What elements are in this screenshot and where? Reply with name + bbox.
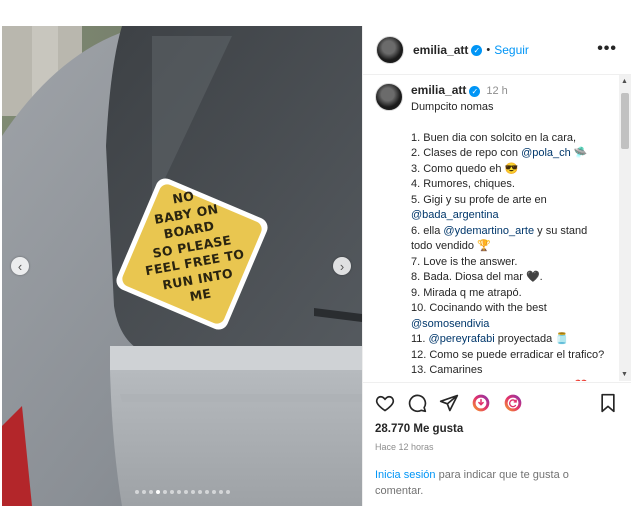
caption-line-text: 4. Rumores, chiques. bbox=[411, 178, 515, 190]
download-extension-icon[interactable] bbox=[471, 393, 491, 413]
caption-list: 1. Buen dia con solcito en la cara, 2. Cl… bbox=[411, 131, 604, 382]
separator: • bbox=[486, 44, 491, 56]
carousel-dot bbox=[148, 490, 153, 494]
caption-line: 14. Hermanitos q viven lejosssss ❤️ bbox=[411, 379, 604, 382]
caption-line-text: 5. Gigi y su profe de arte en bbox=[411, 193, 547, 206]
post-header: emilia_att ✓ • Seguir ••• bbox=[363, 26, 631, 75]
caption-line: todo vendido 🏆 bbox=[411, 239, 604, 255]
caption-line-text: 1. Buen dia con solcito en la cara, bbox=[411, 131, 577, 144]
caption-line-text: 12. Como se puede erradicar el trafico? bbox=[411, 348, 605, 361]
carousel-dot bbox=[218, 490, 223, 494]
carousel-dot bbox=[197, 490, 202, 494]
caption-scrollbar[interactable]: ▲ ▼ bbox=[619, 75, 631, 381]
caption-line-text: 13. Camarines bbox=[411, 364, 483, 376]
caption-line: 10. Cocinando with the best bbox=[411, 301, 604, 317]
more-options-icon[interactable]: ••• bbox=[597, 40, 617, 58]
caption-line: 12. Como se puede erradicar el trafico? bbox=[411, 348, 604, 364]
carousel-dot bbox=[204, 490, 209, 494]
caption-line-text: 🛸 bbox=[570, 147, 588, 159]
caption-line: 5. Gigi y su profe de arte en bbox=[411, 193, 604, 209]
carousel-dot bbox=[155, 490, 160, 494]
caption-username[interactable]: emilia_att bbox=[411, 83, 466, 97]
likes-count[interactable]: 28.770 Me gusta bbox=[375, 423, 463, 435]
caption-line-text: 6. ella bbox=[411, 224, 444, 237]
caption-area[interactable]: emilia_att ✓ 12 h Dumpcito nomas 1. Buen d… bbox=[363, 75, 631, 381]
caption-line: 8. Bada. Diosa del mar 🖤. bbox=[411, 270, 604, 286]
caption-line-text: 8. Bada. Diosa del mar 🖤. bbox=[411, 271, 543, 283]
caption-avatar[interactable] bbox=[375, 83, 403, 111]
caption-line-text: 9. Mirada q me atrapó. bbox=[411, 286, 522, 299]
refresh-extension-icon[interactable] bbox=[503, 393, 523, 413]
previous-slide-button[interactable]: ‹ bbox=[11, 257, 29, 275]
scrollbar-thumb[interactable] bbox=[621, 93, 629, 149]
avatar[interactable] bbox=[376, 36, 404, 64]
carousel-dot bbox=[183, 490, 188, 494]
caption-line: 6. ella @ydemartino_arte y su stand bbox=[411, 224, 604, 240]
mention-link[interactable]: @somosendivia bbox=[411, 318, 489, 330]
actions-section: 28.770 Me gusta Hace 12 horas Inicia ses… bbox=[363, 382, 631, 507]
follow-button[interactable]: Seguir bbox=[494, 43, 529, 57]
verified-badge-icon: ✓ bbox=[471, 44, 483, 56]
caption-line: @bada_argentina bbox=[411, 208, 604, 224]
post-time: 12 h bbox=[486, 85, 508, 97]
header-username[interactable]: emilia_att bbox=[413, 43, 468, 57]
carousel-dot bbox=[169, 490, 174, 494]
scroll-down-icon[interactable]: ▼ bbox=[621, 371, 628, 378]
carousel-dot bbox=[225, 490, 230, 494]
caption-intro: Dumpcito nomas bbox=[411, 100, 494, 113]
caption-line-text: 14. Hermanitos q viven lejosssss ❤️ bbox=[411, 380, 588, 382]
heart-icon[interactable] bbox=[375, 393, 395, 413]
carousel-dot bbox=[162, 490, 167, 494]
caption-line: 3. Como quedo eh 😎 bbox=[411, 162, 604, 178]
share-icon[interactable] bbox=[439, 393, 459, 413]
caption-line-text: proyectada 🫙 bbox=[494, 333, 569, 345]
caption-line-text: 2. Clases de repo con bbox=[411, 147, 522, 159]
comment-icon[interactable] bbox=[407, 393, 427, 413]
post-side-panel: emilia_att ✓ • Seguir ••• emilia_att ✓ 12 … bbox=[362, 26, 631, 506]
caption-line: 13. Camarines bbox=[411, 363, 604, 379]
carousel-dot bbox=[211, 490, 216, 494]
caption-line-text: 3. Como quedo eh 😎 bbox=[411, 162, 519, 175]
caption-line: 9. Mirada q me atrapó. bbox=[411, 286, 604, 302]
mention-link[interactable]: @pereyrafabi bbox=[429, 333, 495, 345]
carousel-dot bbox=[134, 490, 139, 494]
caption-line: 11. @pereyrafabi proyectada 🫙 bbox=[411, 332, 604, 348]
verified-badge-icon: ✓ bbox=[469, 85, 481, 97]
caption-line-text: todo vendido 🏆 bbox=[411, 240, 491, 252]
post-date[interactable]: Hace 12 horas bbox=[375, 442, 434, 452]
caption-line-text: 11. bbox=[411, 333, 429, 345]
carousel-dot bbox=[141, 490, 146, 494]
caption-line: 4. Rumores, chiques. bbox=[411, 177, 604, 193]
caption-line-text: y su stand bbox=[534, 224, 588, 237]
bookmark-icon[interactable] bbox=[599, 393, 617, 413]
next-slide-button[interactable]: › bbox=[333, 257, 351, 275]
caption-line: @somosendivia bbox=[411, 317, 604, 333]
mention-link[interactable]: @ydemartino_arte bbox=[443, 225, 534, 237]
caption-line-text: 7. Love is the answer. bbox=[411, 255, 518, 268]
carousel-dot bbox=[190, 490, 195, 494]
caption-text: emilia_att ✓ 12 h Dumpcito nomas 1. Buen d… bbox=[411, 83, 604, 381]
mention-link[interactable]: @pola_ch bbox=[521, 147, 571, 159]
login-hint: Inicia sesión para indicar que te gusta … bbox=[375, 467, 615, 499]
caption-line: 2. Clases de repo con @pola_ch 🛸 bbox=[411, 146, 604, 162]
sticker-text: NO BABY ON BOARD SO PLEASE FEEL FREE TO … bbox=[118, 179, 266, 315]
post-media: NO BABY ON BOARD SO PLEASE FEEL FREE TO … bbox=[2, 26, 362, 506]
scroll-up-icon[interactable]: ▲ bbox=[621, 78, 628, 85]
carousel-dot bbox=[176, 490, 181, 494]
caption-line: 1. Buen dia con solcito en la cara, bbox=[411, 131, 604, 147]
login-link[interactable]: Inicia sesión bbox=[375, 469, 436, 481]
caption-line-text: 10. Cocinando with the best bbox=[411, 302, 547, 314]
mention-link[interactable]: @bada_argentina bbox=[411, 209, 499, 221]
carousel-indicator bbox=[2, 490, 362, 494]
caption-line: 7. Love is the answer. bbox=[411, 255, 604, 271]
